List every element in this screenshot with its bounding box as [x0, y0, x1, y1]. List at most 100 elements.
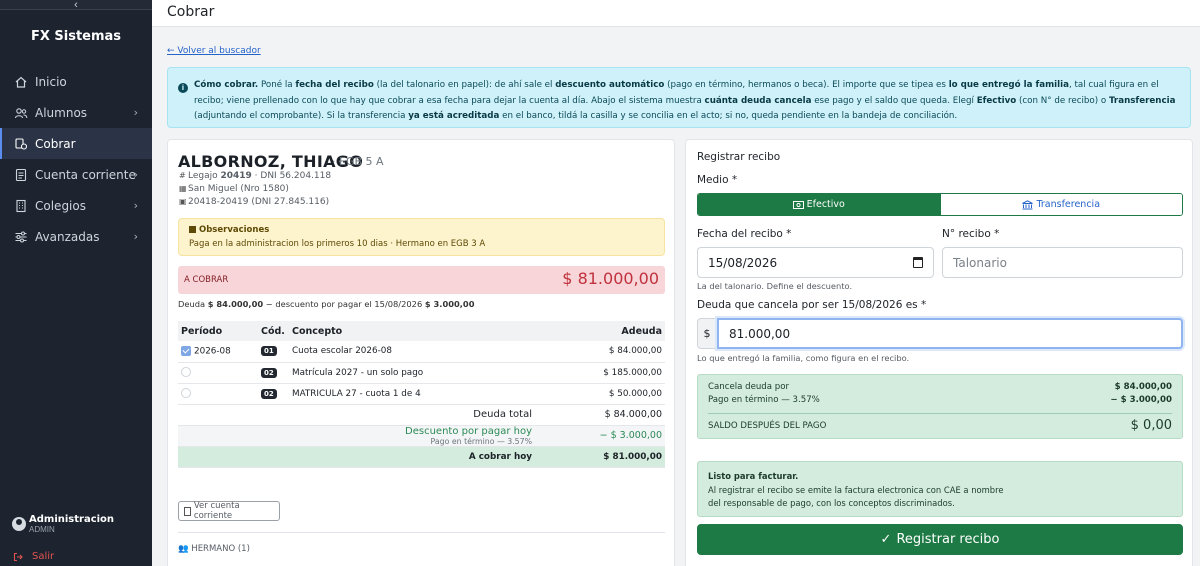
receipt-number-placeholder: Talonario [953, 255, 1007, 270]
info-text: descuento automático [555, 80, 665, 90]
ready-to-invoice-box: Listo para facturar. Al registrar el rec… [697, 461, 1183, 517]
sidebar-item-label: Cobrar [35, 136, 76, 151]
sidebar-item-alumnos[interactable]: Alumnos › [0, 97, 152, 128]
sidebar-item-label: Cuenta corriente [35, 167, 136, 182]
efectivo-label: Efectivo [806, 199, 845, 210]
col-periodo: Período [178, 321, 258, 341]
sidebar-item-colegios[interactable]: Colegios › [0, 190, 152, 221]
row-checkbox[interactable] [181, 367, 191, 378]
row-checkbox[interactable] [181, 388, 191, 399]
users-icon [14, 107, 28, 118]
family-value: 20418-20419 (DNI 27.845.116) [188, 197, 330, 207]
sidebar-item-cuenta-corriente[interactable]: Cuenta corriente › [0, 159, 152, 190]
amount-due-label: A COBRAR [184, 275, 229, 285]
collect-today-row: A cobrar hoy $ 81.000,00 [178, 446, 665, 468]
discount-sublabel: Pago en término — 3.57% [430, 436, 532, 446]
building-icon: ▦ [179, 184, 187, 193]
sidebar-item-avanzadas[interactable]: Avanzadas › [0, 221, 152, 252]
student-school-line: ▦San Miguel (Nro 1580) [179, 184, 289, 194]
sidebar: ‹ FX Sistemas Inicio Alumnos › Cobrar Cu… [0, 0, 152, 566]
row-checkbox[interactable] [181, 346, 191, 356]
back-to-search-link[interactable]: ← Volver al buscador [167, 46, 261, 56]
user-role: ADMIN [29, 525, 55, 534]
debt-total-label: Deuda total [178, 404, 535, 426]
debt-summary-line: Deuda $ 84.000,00 − descuento por pagar … [178, 299, 474, 309]
amount-input[interactable]: 81.000,00 [717, 318, 1183, 349]
sliders-icon [15, 231, 27, 242]
discount-value: $ 3.000,00 [424, 299, 475, 309]
topbar: Cobrar [152, 0, 1200, 27]
user-profile[interactable]: Administracion ADMIN [12, 514, 114, 534]
dni-value: · DNI 56.204.118 [251, 171, 332, 181]
logout-button[interactable]: Salir [13, 551, 54, 562]
info-text: cuánta deuda cancela [704, 95, 812, 106]
payment-calculation-box: Cancela deuda por $ 84.000,00 Pago en té… [697, 374, 1183, 439]
logout-label: Salir [32, 551, 55, 562]
table-row[interactable]: 02 MATRICULA 27 - cuota 1 de 4 $ 50.000,… [178, 383, 665, 405]
info-alert: i Cómo cobrar. Poné la fecha del recibo … [167, 67, 1191, 128]
receipt-number-input[interactable]: Talonario [942, 247, 1183, 278]
home-icon [15, 76, 27, 88]
transferencia-option[interactable]: Transferencia [939, 194, 1182, 215]
collect-today-value: $ 81.000,00 [535, 446, 665, 468]
divider [178, 532, 665, 533]
view-account-button[interactable]: Ver cuenta corriente [178, 501, 280, 521]
debt-items-table: Período Cód. Concepto Adeuda 2026-08 01 … [178, 321, 665, 468]
note-icon [189, 226, 196, 233]
receipt-form-card: Registrar recibo Medio * Efectivo Transf… [685, 139, 1193, 566]
collect-today-label: A cobrar hoy [178, 446, 535, 468]
sidebar-item-cobrar[interactable]: Cobrar [0, 128, 152, 159]
hash-icon: # [179, 171, 186, 180]
register-receipt-label: Registrar recibo [896, 532, 1000, 547]
receipt-date-input[interactable]: 15/08/2026 [697, 247, 934, 278]
siblings-label: HERMANO (1) [191, 544, 250, 554]
info-text: (con N° de recibo) o [1016, 95, 1109, 106]
observations-text: Paga en la administracion los primeros 1… [189, 239, 486, 249]
pago-termino-value: − $ 3.000,00 [1110, 395, 1172, 405]
col-concepto: Concepto [289, 321, 535, 341]
receipt-number-label: N° recibo * [942, 228, 1000, 240]
info-text: ese pago y el saldo que queda. Elegí [811, 95, 977, 106]
form-title: Registrar recibo [697, 151, 781, 163]
brand-name: FX Sistemas [30, 28, 122, 44]
observations-title: Observaciones [199, 225, 270, 235]
table-row[interactable]: 02 Matrícula 2027 - un solo pago $ 185.0… [178, 362, 665, 384]
chevron-right-icon: › [133, 168, 138, 181]
info-icon: i [178, 83, 188, 93]
table-row[interactable]: 2026-08 01 Cuota escolar 2026-08 $ 84.00… [178, 341, 665, 363]
document-icon [184, 506, 191, 516]
page-title: Cobrar [167, 4, 215, 20]
medio-label: Medio * [697, 174, 738, 186]
sidebar-collapse-button[interactable]: ‹ [0, 0, 152, 10]
receipt-date-label: Fecha del recibo * [697, 228, 792, 240]
logout-icon [13, 552, 23, 561]
register-receipt-button[interactable]: ✓ Registrar recibo [697, 524, 1183, 555]
info-text: (la del talonario en papel): de ahí sale… [373, 80, 556, 90]
calendar-icon[interactable] [913, 257, 923, 268]
ledger-icon [15, 168, 27, 181]
debt-total-row: Deuda total $ 84.000,00 [178, 404, 665, 426]
row-code: 02 [261, 367, 277, 378]
saldo-row: SALDO DESPUÉS DEL PAGO [708, 421, 1172, 431]
info-text: Efectivo [976, 95, 1017, 106]
check-icon: ✓ [880, 532, 892, 547]
receipt-date-value: 15/08/2026 [708, 255, 778, 270]
chevron-right-icon: › [133, 199, 138, 212]
sidebar-item-inicio[interactable]: Inicio [0, 66, 152, 97]
amount-value: 81.000,00 [729, 326, 791, 341]
efectivo-option[interactable]: Efectivo [698, 194, 940, 215]
users-icon: 👥 [178, 544, 189, 554]
saldo-value: $ 0,00 [1130, 418, 1172, 433]
view-account-label: Ver cuenta corriente [193, 501, 240, 521]
info-text: Poné la [258, 80, 296, 90]
student-grade: · EGB 5 A [332, 155, 384, 168]
discount-label: Descuento por pagar hoy [405, 425, 532, 437]
school-value: San Miguel (Nro 1580) [188, 184, 289, 194]
currency-prefix: $ [697, 318, 717, 349]
legajo-value: 20419 [220, 171, 252, 181]
cancela-row: Cancela deuda por $ 84.000,00 [708, 382, 1172, 392]
debt-value: $ 84.000,00 [207, 299, 264, 309]
row-code: 02 [261, 388, 277, 399]
debt-total-value: $ 84.000,00 [535, 404, 665, 426]
siblings-section-toggle[interactable]: 👥 HERMANO (1) [178, 544, 250, 554]
